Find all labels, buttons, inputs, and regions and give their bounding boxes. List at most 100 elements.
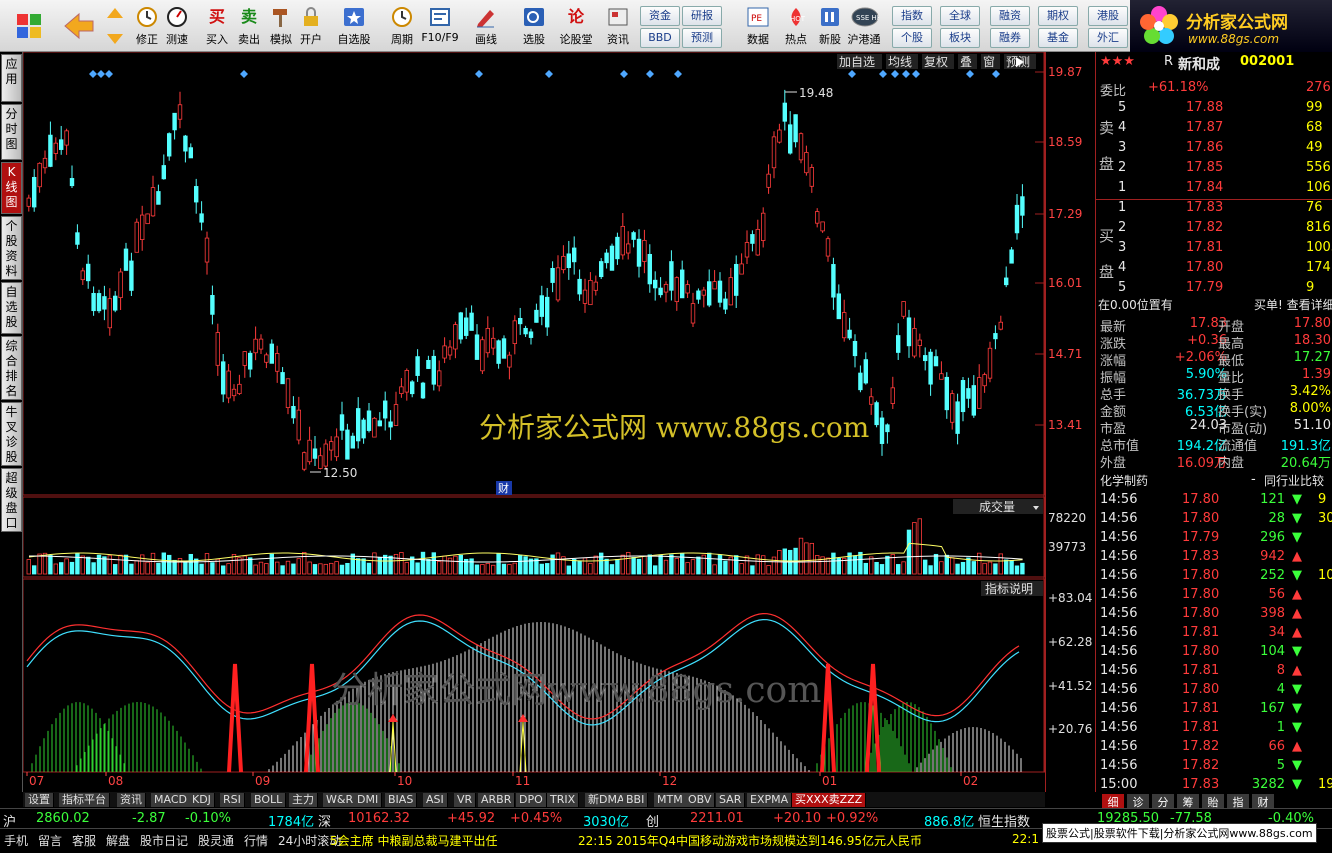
quick-button[interactable]: 外汇 — [1088, 28, 1128, 48]
right-tab[interactable]: 分 — [1152, 794, 1174, 809]
candle-body — [291, 405, 296, 419]
kline-chart-area[interactable]: 日线(复权)新和成支撑位和阻力位加自选均线复权叠窗预测19.8718.5917.… — [23, 52, 1045, 792]
quick-button[interactable]: 个股 — [892, 28, 932, 48]
status-item[interactable]: 解盘 — [106, 832, 130, 849]
quick-button[interactable]: BBD — [640, 28, 680, 48]
candle-body — [928, 351, 933, 385]
volume-bar — [577, 560, 582, 575]
news-ticker-2[interactable]: 22:15 2015年Q4中国移动游戏市场规模达到146.95亿元人民币 — [578, 832, 922, 849]
quick-button[interactable]: 基金 — [1038, 28, 1078, 48]
volume-bar — [928, 565, 933, 575]
indicator-tab[interactable]: MACD — [151, 793, 191, 807]
quick-button[interactable]: 预测 — [682, 28, 722, 48]
candle-body — [512, 320, 517, 344]
indicator-tab[interactable]: SAR — [716, 793, 746, 807]
quick-button[interactable]: 全球 — [940, 6, 980, 26]
quick-button[interactable]: 板块 — [940, 28, 980, 48]
period-button[interactable]: 周期 — [382, 4, 422, 50]
status-item[interactable]: 客服 — [72, 832, 96, 849]
right-tab[interactable]: 貽 — [1202, 794, 1224, 809]
quick-button[interactable]: 指数 — [892, 6, 932, 26]
right-tab[interactable]: 财 — [1252, 794, 1274, 809]
candle-body — [334, 436, 339, 458]
lungu-button[interactable]: 论论股堂 — [556, 4, 596, 50]
quick-button[interactable]: 资金 — [640, 6, 680, 26]
indicator-tab[interactable]: 买XXX卖ZZZ — [792, 793, 867, 807]
hk-button[interactable]: SSE HKE 沪港通 — [844, 4, 886, 50]
volume-bar — [766, 565, 771, 575]
candle-body — [37, 162, 42, 188]
quick-button[interactable]: 期权 — [1038, 6, 1078, 26]
candle-body — [361, 419, 366, 439]
draw-button[interactable]: 画线 — [466, 4, 506, 50]
zixuan-button[interactable]: 自选股 — [334, 4, 374, 50]
sh-value[interactable]: 2860.02 — [36, 811, 90, 826]
right-tab[interactable]: 筹 — [1177, 794, 1199, 809]
indicator-tab[interactable]: DMI — [354, 793, 383, 807]
up-down-arrows-icon[interactable] — [102, 4, 128, 50]
right-tab[interactable]: 指 — [1227, 794, 1249, 809]
status-item[interactable]: 股市日记 — [140, 832, 188, 849]
quick-button[interactable]: 融资 — [990, 6, 1030, 26]
status-item[interactable]: 手机 — [4, 832, 28, 849]
indicator-tab[interactable]: DPO — [516, 793, 547, 807]
indicator-tab[interactable]: KDJ — [189, 793, 215, 807]
candle-body — [177, 104, 183, 120]
news-ticker-1[interactable]: 5会主席 中粮副总裁马建平出任 — [330, 832, 497, 849]
indicator-tab[interactable]: MTM — [654, 793, 687, 807]
back-arrow-icon[interactable] — [58, 4, 100, 50]
status-item[interactable]: 留言 — [38, 832, 62, 849]
status-item[interactable]: 股灵通 — [198, 832, 234, 849]
sell-button[interactable]: 卖卖出 — [234, 4, 264, 50]
indicator-tab[interactable]: BBI — [623, 793, 649, 807]
indicator-tab[interactable]: BIAS — [385, 793, 418, 807]
f10-button[interactable]: F10/F9 — [420, 4, 460, 50]
cy-value[interactable]: 2211.01 — [690, 811, 744, 826]
candle-body — [577, 278, 582, 295]
indicator-tab[interactable]: 设置 — [25, 793, 54, 807]
left-tab-3[interactable]: 个股资料 — [1, 216, 22, 280]
open-button[interactable]: 开户 — [296, 4, 326, 50]
right-tab[interactable]: 诊 — [1127, 794, 1149, 809]
left-tab-1[interactable]: 分时图 — [1, 104, 22, 160]
indicator-tab[interactable]: 主力 — [289, 793, 318, 807]
lungu-label: 论股堂 — [559, 33, 593, 46]
indicator-tab[interactable]: ASI — [423, 793, 448, 807]
indicator-tab[interactable]: BOLL — [251, 793, 287, 807]
indicator-tab[interactable]: RSI — [220, 793, 245, 807]
indicator-tab[interactable]: OBV — [685, 793, 716, 807]
data-button[interactable]: PE 数据 — [738, 4, 778, 50]
right-tab[interactable]: 细 — [1102, 794, 1124, 809]
volume-bar — [555, 552, 561, 575]
status-item[interactable]: 行情 — [244, 832, 268, 849]
quick-button[interactable]: 融券 — [990, 28, 1030, 48]
quick-button[interactable]: 港股 — [1088, 6, 1128, 26]
indicator-tab[interactable]: 资讯 — [117, 793, 146, 807]
buy-button[interactable]: 买买入 — [202, 4, 232, 50]
popup-ad[interactable]: 股票公式|股票软件下载|分析家公式网www.88gs.com — [1042, 823, 1317, 843]
left-tab-4[interactable]: 自选股 — [1, 282, 22, 334]
indicator-tab[interactable]: ARBR — [478, 793, 516, 807]
huanzheng-button[interactable]: 修正 — [132, 4, 162, 50]
indicator-tab[interactable]: 指标平台 — [59, 793, 110, 807]
candle-body — [717, 280, 723, 303]
left-tab-0[interactable]: 应用 — [1, 54, 22, 102]
left-tab-5[interactable]: 综合排名 — [1, 336, 22, 400]
menu-logo-icon[interactable] — [4, 4, 54, 50]
indicator-tab[interactable]: TRIX — [547, 793, 580, 807]
indicator-tab[interactable]: EXPMA — [747, 793, 793, 807]
sz-value[interactable]: 10162.32 — [348, 811, 410, 826]
left-tab-2[interactable]: K线图 — [1, 162, 22, 214]
indicator-tab[interactable]: 新DMA — [585, 793, 629, 807]
zixun-button[interactable]: 资讯 — [598, 4, 638, 50]
quick-button[interactable]: 研报 — [682, 6, 722, 26]
left-tab-6[interactable]: 牛叉诊股 — [1, 402, 22, 466]
cesu-button[interactable]: 测速 — [162, 4, 192, 50]
doc-icon — [427, 6, 453, 28]
volume-bar — [388, 555, 393, 575]
left-tab-7[interactable]: 超级盘口 — [1, 468, 22, 532]
indicator-tab[interactable]: W&R — [323, 793, 358, 807]
sim-button[interactable]: 模拟 — [266, 4, 296, 50]
indicator-tab[interactable]: VR — [454, 793, 477, 807]
select-button[interactable]: 选股 — [514, 4, 554, 50]
